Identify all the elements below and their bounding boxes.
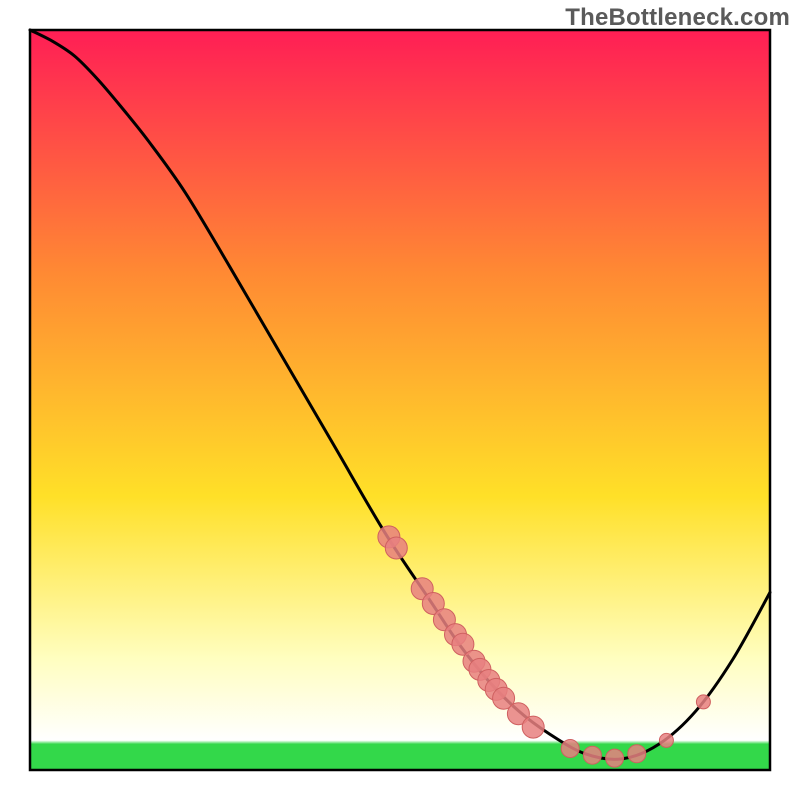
- curve-marker: [561, 740, 579, 758]
- curve-marker: [628, 745, 646, 763]
- chart-stage: TheBottleneck.com: [0, 0, 800, 800]
- curve-marker: [659, 733, 673, 747]
- curve-marker: [385, 537, 407, 559]
- curve-marker: [606, 749, 624, 767]
- bottleneck-chart: [0, 0, 800, 800]
- curve-marker: [522, 716, 544, 738]
- watermark-label: TheBottleneck.com: [565, 4, 790, 32]
- plot-area: [30, 30, 770, 770]
- curve-marker: [583, 746, 601, 764]
- gradient-background: [30, 30, 770, 770]
- curve-marker: [696, 695, 710, 709]
